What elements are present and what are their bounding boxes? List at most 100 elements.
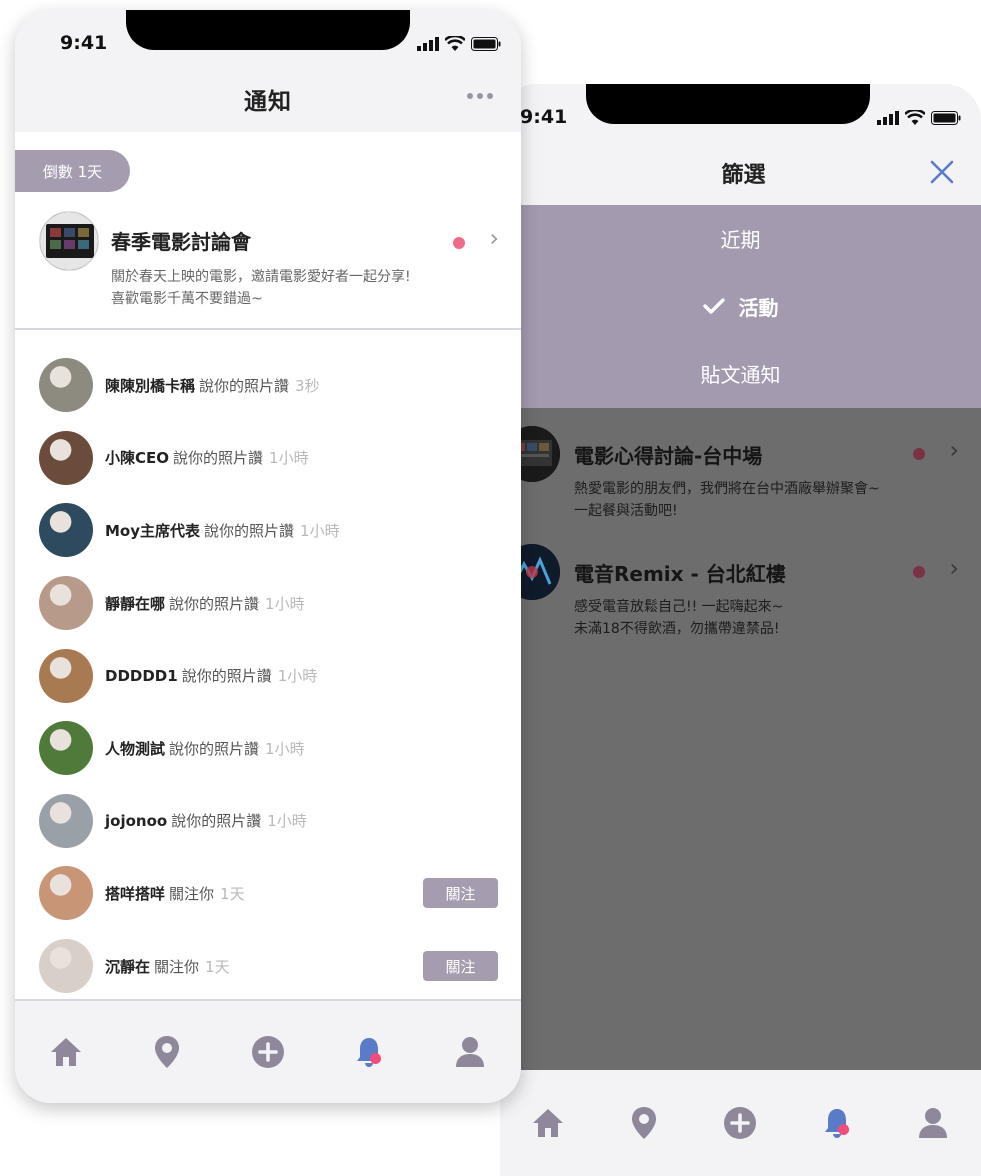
checkmark-icon — [702, 297, 725, 315]
notification-time: 1小時 — [265, 739, 305, 758]
avatar[interactable] — [39, 866, 93, 921]
notification-text: DDDDD1 說你的照片讚 1小時 — [105, 665, 317, 686]
event-description: 關於春天上映的電影，邀請電影愛好者一起分享! 喜歡電影千萬不要錯過~ — [111, 266, 411, 310]
event-description-line: 感受電音放鬆自己!! 一起嗨起來~ — [574, 599, 784, 615]
avatar[interactable] — [39, 503, 93, 558]
event-title: 電音Remix - 台北紅樓 — [574, 562, 786, 586]
wifi-icon — [905, 110, 925, 125]
notch — [586, 84, 870, 124]
dimmed-overlay[interactable]: 電影心得討論-台中場 熱愛電影的朋友們，我們將在台中酒廠舉辦聚會~ 一起餐與活動… — [500, 408, 981, 1071]
tab-home[interactable] — [518, 1093, 578, 1153]
bell-icon — [824, 1109, 849, 1138]
tab-location[interactable] — [614, 1093, 674, 1153]
notification-list: 陳陳別橋卡稱 說你的照片讚 3秒 小陳CEO 說你的照片讚 1小時 Moy主席代表 說你的照片… — [15, 349, 521, 1002]
notification-action: 說你的照片讚 — [169, 594, 260, 613]
user-name[interactable]: 搭咩搭咩 — [105, 885, 165, 903]
notification-time: 3秒 — [295, 376, 320, 395]
location-pin-icon — [154, 1036, 179, 1068]
user-name[interactable]: jojonoo — [105, 812, 167, 830]
filter-option-recent[interactable]: 近期 — [500, 205, 981, 273]
tab-location[interactable] — [137, 1022, 197, 1082]
notification-item[interactable]: 陳陳別橋卡稱 說你的照片讚 3秒 — [15, 349, 521, 422]
avatar[interactable] — [39, 648, 93, 703]
event-description-line: 關於春天上映的電影，邀請電影愛好者一起分享! — [111, 269, 411, 285]
notification-item[interactable]: jojonoo 說你的照片讚 1小時 — [15, 785, 521, 858]
notification-text: 沉靜在 關注你 1天 — [105, 956, 230, 977]
notifications-screen: 9:41 通知 倒數 1天 春季電影討論會 關於春天上映的電影，邀請電影愛好者一… — [15, 10, 521, 1103]
section-divider — [15, 328, 521, 330]
status-time: 9:41 — [520, 106, 568, 128]
follow-button[interactable]: 關注 — [423, 878, 498, 909]
user-name[interactable]: Moy主席代表 — [105, 522, 200, 540]
follow-button[interactable]: 關注 — [423, 951, 498, 982]
notification-action: 關注你 — [169, 884, 215, 903]
avatar[interactable] — [39, 939, 93, 994]
unread-dot — [913, 566, 925, 578]
filter-option-label: 活動 — [738, 295, 779, 320]
filter-option-post-notifications[interactable]: 貼文通知 — [500, 340, 981, 408]
notification-item[interactable]: 沉靜在 關注你 1天 關注 — [15, 930, 521, 1003]
system-icons — [877, 110, 961, 125]
notification-item[interactable]: 小陳CEO 說你的照片讚 1小時 — [15, 422, 521, 495]
chevron-right-icon: › — [489, 224, 499, 252]
notification-time: 1小時 — [267, 812, 307, 831]
add-circle-icon — [251, 1036, 284, 1068]
notification-text: 靜靜在哪 說你的照片讚 1小時 — [105, 593, 305, 614]
bell-icon — [357, 1038, 382, 1067]
notification-time: 1小時 — [265, 594, 305, 613]
notification-item[interactable]: 搭咩搭咩 關注你 1天 關注 — [15, 857, 521, 930]
notification-item[interactable]: 靜靜在哪 說你的照片讚 1小時 — [15, 567, 521, 640]
nav-bar: 通知 — [15, 65, 521, 132]
tab-profile[interactable] — [903, 1093, 963, 1153]
user-name[interactable]: 靜靜在哪 — [105, 595, 165, 613]
tab-home[interactable] — [36, 1022, 96, 1082]
user-name[interactable]: 人物測試 — [105, 740, 165, 758]
location-pin-icon — [632, 1107, 657, 1139]
notification-badge — [837, 1124, 849, 1135]
avatar[interactable] — [39, 430, 93, 485]
event-description: 熱愛電影的朋友們，我們將在台中酒廠舉辦聚會~ 一起餐與活動吧! — [574, 478, 880, 522]
notification-item[interactable]: DDDDD1 說你的照片讚 1小時 — [15, 639, 521, 712]
avatar[interactable] — [39, 793, 93, 848]
home-icon — [50, 1038, 81, 1066]
avatar[interactable] — [39, 576, 93, 631]
avatar[interactable] — [39, 721, 93, 776]
user-name[interactable]: DDDDD1 — [105, 667, 178, 685]
notification-action: 說你的照片讚 — [169, 739, 260, 758]
close-icon[interactable] — [929, 159, 955, 189]
profile-icon — [456, 1037, 485, 1067]
tab-add[interactable] — [710, 1093, 770, 1153]
user-name[interactable]: 陳陳別橋卡稱 — [105, 377, 195, 395]
page-title: 通知 — [244, 88, 292, 115]
notification-item[interactable]: Moy主席代表 說你的照片讚 1小時 — [15, 494, 521, 567]
tab-profile[interactable] — [440, 1022, 500, 1082]
notification-item[interactable]: 人物測試 說你的照片讚 1小時 — [15, 712, 521, 785]
chevron-right-icon: › — [949, 436, 959, 464]
avatar[interactable] — [39, 358, 93, 413]
battery-icon — [471, 36, 501, 51]
event-description-line: 一起餐與活動吧! — [574, 503, 678, 519]
countdown-badge: 倒數 1天 — [15, 150, 130, 192]
featured-event-card[interactable]: 春季電影討論會 關於春天上映的電影，邀請電影愛好者一起分享! 喜歡電影千萬不要錯… — [15, 208, 521, 330]
event-description-line: 熱愛電影的朋友們，我們將在台中酒廠舉辦聚會~ — [574, 481, 880, 497]
event-item[interactable]: 電影心得討論-台中場 熱愛電影的朋友們，我們將在台中酒廠舉辦聚會~ 一起餐與活動… — [500, 426, 981, 536]
tab-notifications[interactable] — [807, 1093, 867, 1153]
wifi-icon — [445, 36, 465, 51]
tab-add[interactable] — [238, 1022, 298, 1082]
more-options-icon[interactable] — [467, 93, 493, 99]
user-name[interactable]: 小陳CEO — [105, 449, 169, 467]
user-name[interactable]: 沉靜在 — [105, 958, 150, 976]
tab-notifications[interactable] — [339, 1022, 399, 1082]
unread-dot — [913, 448, 925, 460]
event-item[interactable]: 電音Remix - 台北紅樓 感受電音放鬆自己!! 一起嗨起來~ 未滿18不得飲… — [500, 544, 981, 654]
filter-option-label: 近期 — [720, 228, 761, 253]
home-icon — [533, 1109, 564, 1137]
profile-icon — [918, 1108, 947, 1138]
event-thumbnail — [39, 211, 99, 271]
notification-time: 1小時 — [269, 449, 309, 468]
filter-option-events[interactable]: 活動 — [500, 273, 981, 341]
signal-icon — [417, 36, 439, 51]
notification-text: 小陳CEO 說你的照片讚 1小時 — [105, 447, 309, 468]
filter-menu: 近期 活動 貼文通知 — [500, 205, 981, 408]
tab-bar — [500, 1070, 981, 1176]
